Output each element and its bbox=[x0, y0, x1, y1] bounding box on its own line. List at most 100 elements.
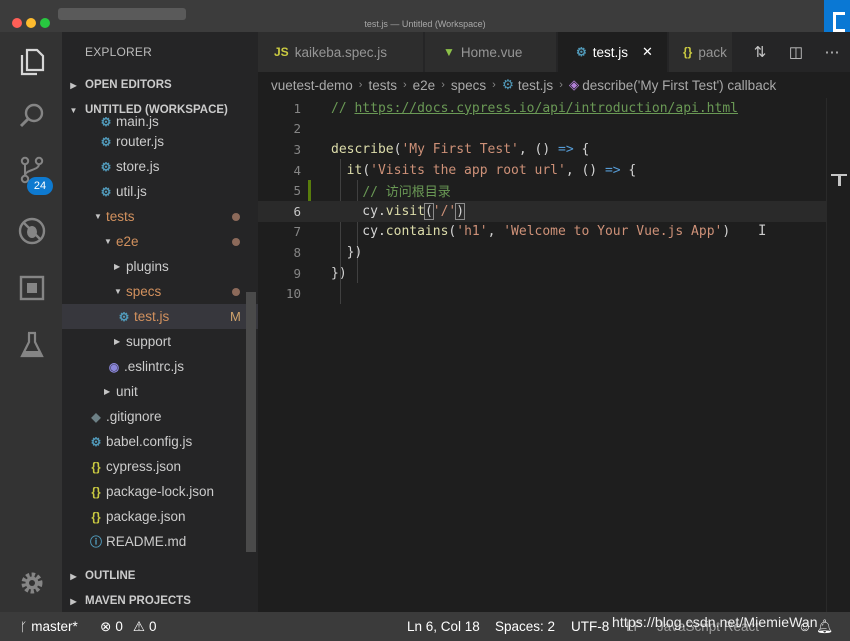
git-branch-icon: ᚴ bbox=[20, 619, 28, 634]
gear-icon: ⚙ bbox=[100, 134, 112, 149]
code-line: 3 describe('My First Test', () => { bbox=[293, 141, 590, 157]
activity-bar: 24 bbox=[0, 32, 62, 612]
gear-icon: ⚙ bbox=[90, 434, 102, 449]
code-line: 1 // https://docs.cypress.io/api/introdu… bbox=[293, 100, 738, 116]
tab-kaikeba-spec[interactable]: JS kaikeba.spec.js bbox=[258, 32, 424, 72]
code-line: 4 it('Visits the app root url', () => { bbox=[293, 162, 637, 178]
git-gutter-modified bbox=[308, 180, 311, 201]
notifications-bell-icon[interactable]: 🔔︎ bbox=[816, 612, 833, 641]
tree-folder-specs[interactable]: ▼ specs bbox=[62, 279, 258, 304]
overview-marker bbox=[838, 174, 841, 186]
chevron-right-icon: ▶ bbox=[70, 571, 77, 581]
code-line: 7 cy.contains('h1', 'Welcome to Your Vue… bbox=[293, 224, 731, 240]
maven-projects-section[interactable]: ▶ MAVEN PROJECTS bbox=[62, 590, 258, 612]
tree-item-package-lock-json[interactable]: {} package-lock.json bbox=[62, 479, 258, 504]
gear-icon: ⚙ bbox=[100, 159, 112, 174]
tab-home-vue[interactable]: ▼ Home.vue bbox=[425, 32, 557, 72]
gear-icon: ⚙ bbox=[118, 309, 130, 324]
tree-item-test-js[interactable]: ⚙ test.js M bbox=[62, 304, 258, 329]
code-line: 2 bbox=[293, 121, 301, 137]
tree-item-store-js[interactable]: ⚙ store.js bbox=[62, 154, 258, 179]
editor-tab-bar: JS kaikeba.spec.js ▼ Home.vue ⚙ test.js … bbox=[258, 32, 850, 72]
window-title: test.js — Untitled (Workspace) bbox=[364, 19, 486, 29]
open-editors-section[interactable]: ▶ OPEN EDITORS bbox=[62, 74, 258, 96]
tree-folder-plugins[interactable]: ▶ plugins bbox=[62, 254, 258, 279]
tree-folder-tests[interactable]: ▼ tests bbox=[62, 204, 258, 229]
breadcrumb-item[interactable]: specs bbox=[451, 78, 486, 93]
overview-ruler[interactable] bbox=[826, 98, 850, 612]
tab-test-js[interactable]: ⚙ test.js ✕ bbox=[558, 32, 668, 72]
code-editor[interactable]: 1 // https://docs.cypress.io/api/introdu… bbox=[258, 98, 826, 612]
git-icon: ◆ bbox=[91, 409, 101, 424]
open-changes-icon[interactable]: ⇅ bbox=[742, 43, 778, 61]
debug-icon[interactable] bbox=[16, 215, 48, 247]
sidebar-scrollbar[interactable] bbox=[246, 292, 256, 552]
title-bar: test.js — Untitled (Workspace) bbox=[0, 0, 850, 44]
problems-status[interactable]: ⊗ 0 ⚠ 0 bbox=[100, 612, 156, 641]
settings-gear-icon[interactable] bbox=[16, 567, 48, 599]
chevron-right-icon: › bbox=[358, 79, 363, 91]
close-tab-icon[interactable]: ✕ bbox=[642, 44, 653, 60]
outline-section[interactable]: ▶ OUTLINE bbox=[62, 565, 258, 587]
tree-item-babel-config[interactable]: ⚙ babel.config.js bbox=[62, 429, 258, 454]
code-line: 10 bbox=[285, 286, 301, 302]
info-icon: ⓘ bbox=[89, 535, 102, 549]
chevron-down-icon: ▼ bbox=[104, 237, 112, 246]
branch-status[interactable]: ᚴ master* bbox=[20, 612, 78, 641]
breadcrumb-item[interactable]: vuetest-demo bbox=[271, 78, 353, 93]
code-url[interactable]: https://docs.cypress.io/api/introduction… bbox=[354, 101, 738, 116]
breadcrumb-item[interactable]: tests bbox=[368, 78, 397, 93]
chevron-right-icon: › bbox=[402, 79, 407, 91]
json-icon: {} bbox=[683, 45, 693, 59]
chevron-down-icon: ▼ bbox=[114, 287, 122, 296]
tab-package-json[interactable]: {} pack bbox=[669, 32, 733, 72]
tree-item-readme[interactable]: ⓘ README.md bbox=[62, 529, 258, 554]
javascript-icon: JS bbox=[274, 45, 289, 59]
chevron-right-icon: ▶ bbox=[114, 262, 121, 271]
tree-item-package-json[interactable]: {} package.json bbox=[62, 504, 258, 529]
tree-folder-unit[interactable]: ▶ unit bbox=[62, 379, 258, 404]
chevron-right-icon: ▶ bbox=[114, 337, 121, 346]
search-icon[interactable] bbox=[16, 100, 48, 132]
indentation-status[interactable]: Spaces: 2 bbox=[495, 612, 555, 641]
split-editor-icon[interactable]: ◫ bbox=[778, 43, 814, 61]
cursor-position[interactable]: Ln 6, Col 18 bbox=[407, 612, 480, 641]
explorer-sidebar: EXPLORER ▶ OPEN EDITORS ▼ UNTITLED (WORK… bbox=[62, 32, 258, 612]
json-icon: {} bbox=[91, 509, 101, 524]
more-actions-icon[interactable]: ⋯ bbox=[814, 43, 850, 61]
gear-icon: ⚙ bbox=[501, 77, 514, 92]
breadcrumb-item[interactable]: e2e bbox=[413, 78, 436, 93]
code-line: 8 }) bbox=[293, 244, 363, 260]
test-flask-icon[interactable] bbox=[16, 329, 48, 361]
tree-folder-e2e[interactable]: ▼ e2e bbox=[62, 229, 258, 254]
explorer-icon[interactable] bbox=[16, 46, 48, 78]
json-icon: {} bbox=[91, 459, 101, 474]
breadcrumb-item[interactable]: test.js bbox=[518, 78, 553, 93]
code-line: 9 }) bbox=[293, 265, 347, 281]
code-line-current: 6 cy.visit('/') bbox=[258, 201, 826, 222]
vue-icon: ▼ bbox=[443, 45, 455, 59]
chevron-right-icon: ▶ bbox=[70, 596, 77, 606]
warning-icon: ⚠ bbox=[132, 618, 145, 634]
symbol-method-icon: ◈ bbox=[568, 77, 580, 92]
tree-item-eslintrc[interactable]: ◉ .eslintrc.js bbox=[62, 354, 258, 379]
chevron-right-icon: ▶ bbox=[104, 387, 111, 396]
breadcrumb-item[interactable]: describe('My First Test') callback bbox=[582, 78, 776, 93]
breadcrumb: vuetest-demo › tests › e2e › specs › ⚙ t… bbox=[258, 72, 850, 98]
json-icon: {} bbox=[91, 484, 101, 499]
error-icon: ⊗ bbox=[100, 618, 112, 634]
tree-item-util-js[interactable]: ⚙ util.js bbox=[62, 179, 258, 204]
chevron-right-icon: ▶ bbox=[70, 80, 77, 90]
chevron-right-icon: › bbox=[559, 79, 563, 91]
tree-item-cypress-json[interactable]: {} cypress.json bbox=[62, 454, 258, 479]
gear-icon: ⚙ bbox=[100, 184, 112, 199]
tree-item-main-js[interactable]: ⚙ main.js bbox=[62, 112, 258, 129]
tree-folder-support[interactable]: ▶ support bbox=[62, 329, 258, 354]
chevron-down-icon: ▼ bbox=[94, 212, 102, 221]
extensions-icon[interactable] bbox=[16, 272, 48, 304]
encoding-status[interactable]: UTF-8 bbox=[571, 612, 609, 641]
gear-icon: ⚙ bbox=[100, 115, 112, 129]
code-line: 5 // 访问根目录 bbox=[293, 183, 451, 201]
tree-item-gitignore[interactable]: ◆ .gitignore bbox=[62, 404, 258, 429]
tree-item-router-js[interactable]: ⚙ router.js bbox=[62, 129, 258, 154]
